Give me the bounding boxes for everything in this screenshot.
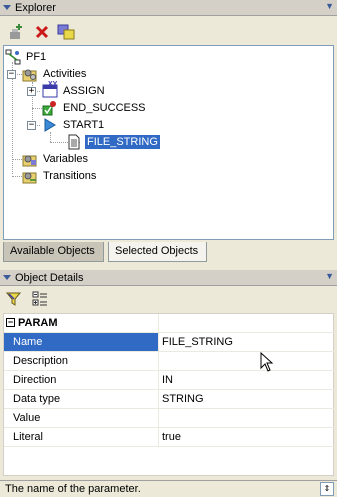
start-icon — [44, 118, 56, 132]
tree-node-start1[interactable]: START1 — [42, 117, 106, 133]
activities-icon — [22, 69, 37, 82]
object-details-title: Object Details — [15, 271, 84, 284]
collapse-triangle-icon[interactable] — [3, 275, 11, 280]
property-name: Value — [4, 409, 159, 427]
object-details-panel-header: Object Details ▼ — [0, 270, 337, 286]
tree-node-label: END_SUCCESS — [63, 102, 146, 114]
object-details-toolbar — [0, 286, 337, 313]
delete-icon — [35, 25, 49, 39]
tree-node-file-string[interactable]: FILE_STRING — [66, 134, 161, 150]
collapse-triangle-icon[interactable] — [3, 5, 11, 10]
tree-node-label: Activities — [43, 68, 87, 80]
property-value-input[interactable]: IN — [159, 371, 173, 389]
panel-menu-icon[interactable]: ▼ — [325, 271, 334, 281]
property-value-input[interactable]: FILE_STRING — [159, 333, 233, 351]
tree-node-label: FILE_STRING — [84, 134, 161, 150]
collapse-expander-icon[interactable]: − — [6, 318, 15, 327]
property-value-input[interactable] — [159, 352, 162, 370]
delete-button[interactable] — [32, 22, 52, 42]
property-row[interactable]: Value — [4, 409, 335, 428]
properties-button[interactable] — [56, 22, 76, 42]
status-text: The name of the parameter. — [5, 483, 141, 495]
mouse-cursor-icon — [260, 352, 274, 372]
expand-expander-icon[interactable]: + — [27, 87, 36, 96]
tree-node-variables[interactable]: Variables — [22, 151, 90, 167]
explorer-toolbar — [0, 16, 337, 46]
tree-node-transitions[interactable]: Transitions — [22, 168, 98, 184]
property-name: Literal — [4, 428, 159, 446]
property-row[interactable]: Direction IN — [4, 371, 335, 390]
categorize-icon — [32, 291, 47, 306]
section-label: PARAM — [18, 317, 58, 329]
property-section-row[interactable]: − PARAM — [4, 314, 335, 333]
property-name: Data type — [4, 390, 159, 408]
explorer-tree[interactable]: PF1 − Activities + ASSIGN XY END_SUCCESS… — [3, 45, 334, 240]
end-success-icon — [42, 101, 56, 116]
process-flow-icon — [5, 49, 21, 65]
property-name: Description — [4, 352, 159, 370]
tree-node-label: Transitions — [43, 170, 97, 182]
status-bar: The name of the parameter. ⇕ — [0, 480, 337, 497]
tab-available-objects[interactable]: Available Objects — [3, 242, 104, 262]
tree-node-label: START1 — [63, 119, 105, 131]
tree-node-label: PF1 — [26, 51, 47, 63]
tree-node-end-success[interactable]: END_SUCCESS — [42, 100, 148, 116]
explorer-tabs: Available Objects Selected Objects — [0, 241, 337, 263]
document-icon — [68, 134, 80, 150]
filter-icon — [6, 292, 22, 306]
property-value-input[interactable] — [159, 409, 162, 427]
tree-node-label: Variables — [43, 153, 89, 165]
tree-node-pf1[interactable]: PF1 — [5, 49, 48, 65]
property-name: Direction — [4, 371, 159, 389]
panel-menu-icon[interactable]: ▼ — [325, 1, 334, 11]
explorer-panel-header: Explorer ▼ — [0, 0, 337, 16]
property-row[interactable]: Description — [4, 352, 335, 371]
tree-line — [50, 132, 51, 142]
scroll-spinner-icon[interactable]: ⇕ — [320, 482, 334, 496]
tab-selected-objects[interactable]: Selected Objects — [108, 242, 207, 262]
property-name: Name — [4, 333, 159, 351]
categorize-button[interactable] — [30, 289, 50, 309]
assign-badge: XY — [48, 81, 58, 88]
property-row[interactable]: Name FILE_STRING — [4, 333, 335, 352]
property-section-header: − PARAM — [4, 314, 159, 332]
property-row[interactable]: Data type STRING — [4, 390, 335, 409]
add-icon — [10, 24, 22, 39]
collapse-expander-icon[interactable]: − — [27, 121, 36, 130]
properties-icon — [57, 24, 75, 40]
property-value-input[interactable]: true — [159, 428, 181, 446]
explorer-title: Explorer — [15, 1, 56, 14]
collapse-expander-icon[interactable]: − — [7, 70, 16, 79]
tree-node-label: ASSIGN — [63, 85, 105, 97]
transitions-icon — [22, 172, 37, 184]
variables-icon — [22, 155, 37, 167]
tree-node-activities[interactable]: Activities — [22, 66, 88, 82]
add-button[interactable] — [6, 22, 26, 42]
property-value-input[interactable]: STRING — [159, 390, 204, 408]
filter-button[interactable] — [4, 289, 24, 309]
property-row[interactable]: Literal true — [4, 428, 335, 447]
property-sheet: − PARAM Name FILE_STRING Description Dir… — [3, 313, 335, 476]
